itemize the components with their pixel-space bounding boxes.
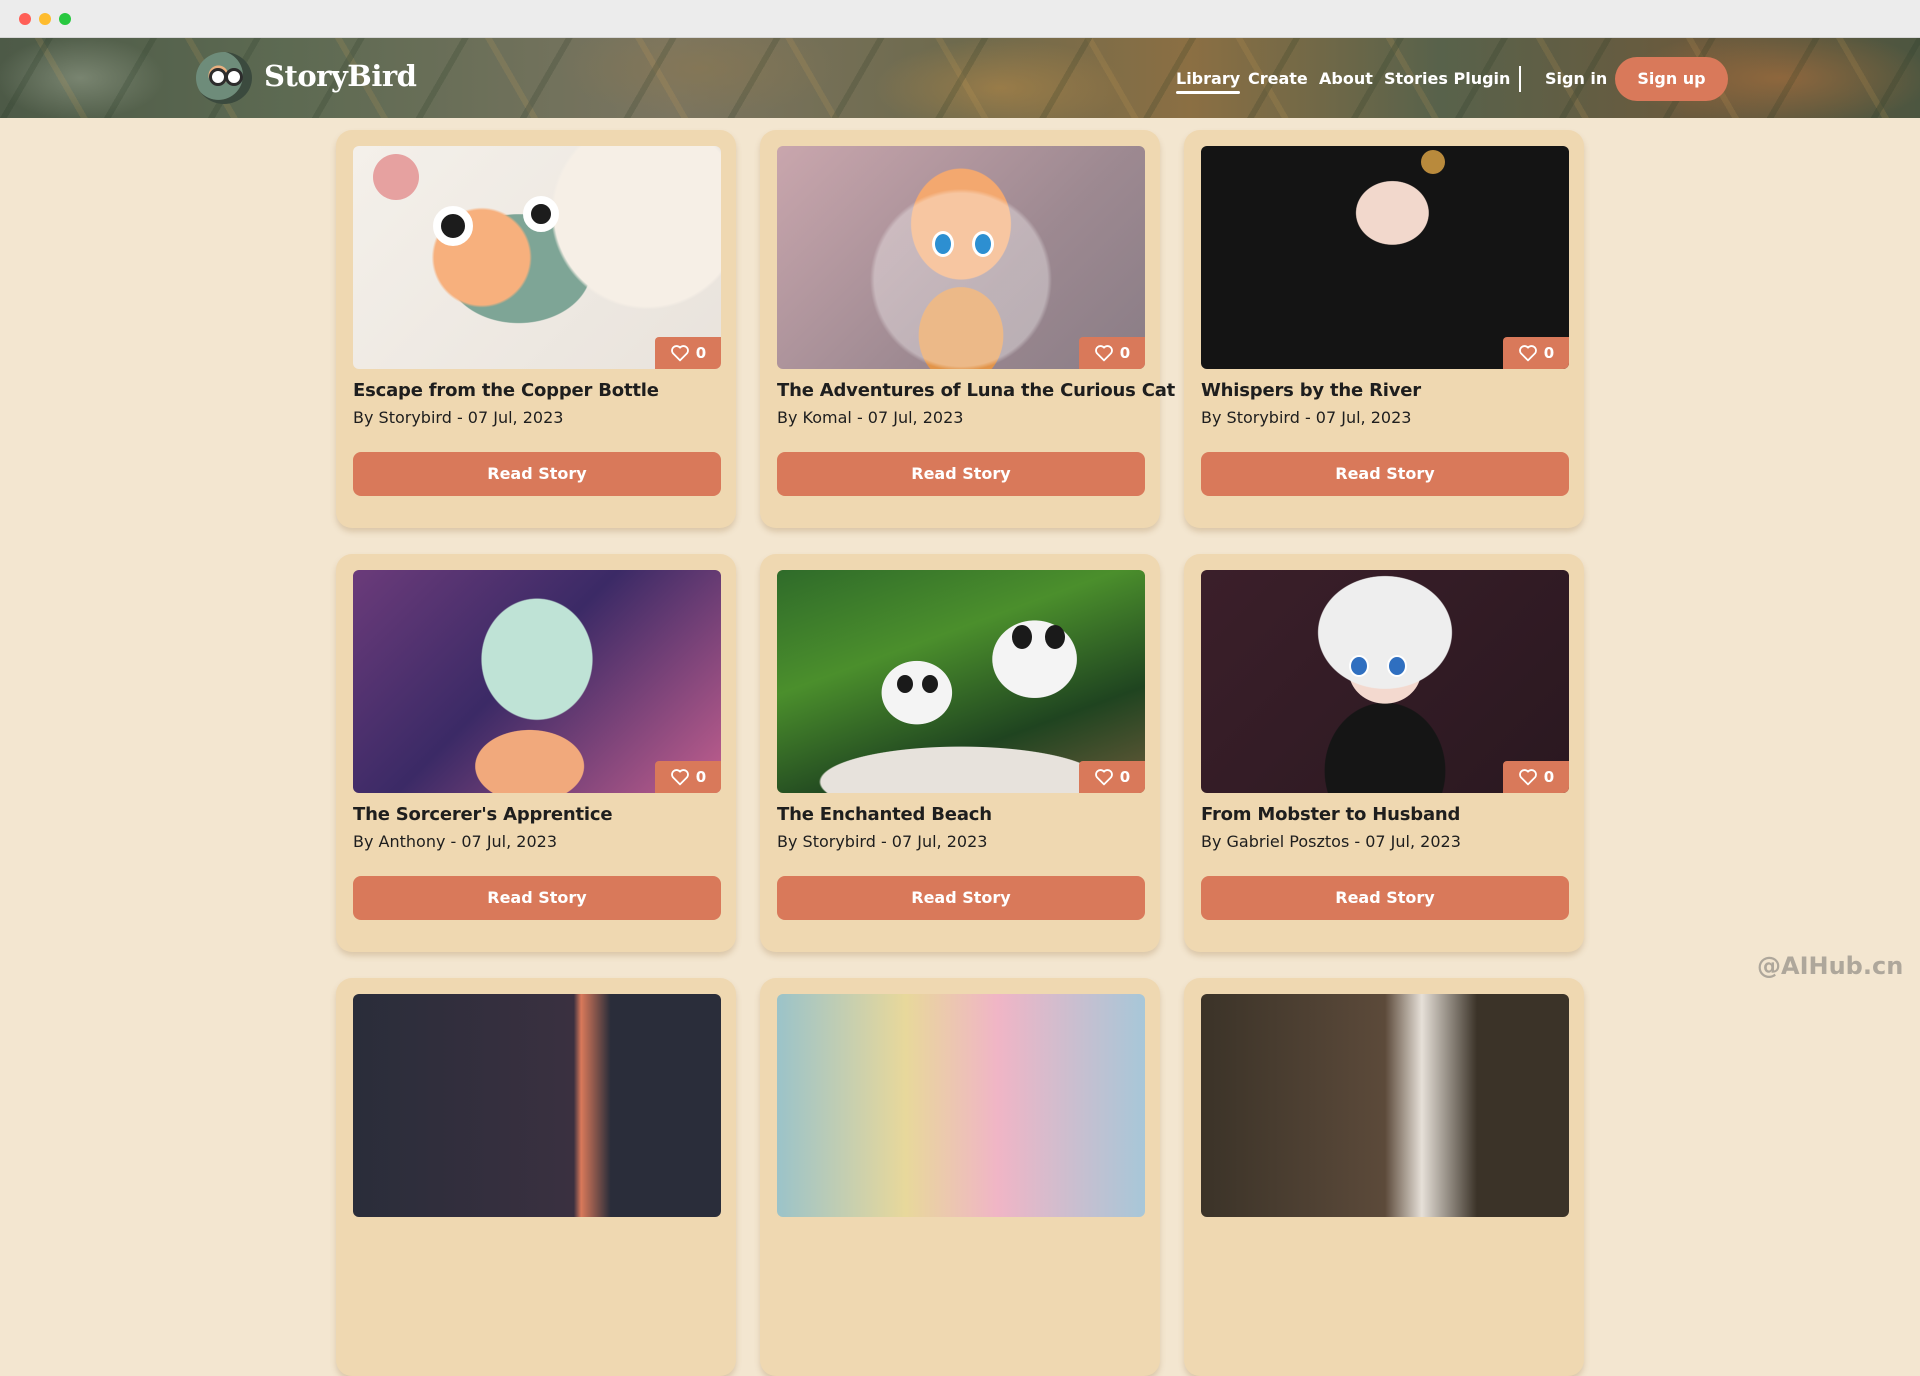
heart-icon bbox=[670, 769, 689, 786]
story-card: 0 The Sorcerer's Apprentice By Anthony -… bbox=[336, 554, 736, 952]
story-cover-image[interactable] bbox=[1201, 994, 1569, 1217]
like-button[interactable]: 0 bbox=[1503, 761, 1569, 793]
story-title[interactable]: From Mobster to Husband bbox=[1201, 804, 1581, 825]
story-title[interactable]: The Adventures of Luna the Curious Cat bbox=[777, 380, 1175, 401]
story-author-date: By Anthony - 07 Jul, 2023 bbox=[353, 832, 558, 851]
story-cover-image[interactable]: 0 bbox=[777, 146, 1145, 369]
story-cover-image[interactable] bbox=[777, 994, 1145, 1217]
like-button[interactable]: 0 bbox=[655, 761, 721, 793]
story-author-date: By Storybird - 07 Jul, 2023 bbox=[777, 832, 988, 851]
like-count: 0 bbox=[1119, 768, 1131, 786]
story-author-date: By Komal - 07 Jul, 2023 bbox=[777, 408, 964, 427]
like-button[interactable]: 0 bbox=[1079, 761, 1145, 793]
like-count: 0 bbox=[1119, 344, 1131, 362]
read-story-button[interactable]: Read Story bbox=[777, 876, 1145, 920]
watermark: @AIHub.cn bbox=[1757, 952, 1904, 980]
read-story-button[interactable]: Read Story bbox=[1201, 876, 1569, 920]
story-cover-image[interactable]: 0 bbox=[1201, 570, 1569, 793]
like-count: 0 bbox=[695, 768, 707, 786]
heart-icon bbox=[1518, 345, 1537, 362]
heart-icon bbox=[670, 345, 689, 362]
story-card: 0 From Mobster to Husband By Gabriel Pos… bbox=[1184, 554, 1584, 952]
like-button[interactable]: 0 bbox=[655, 337, 721, 369]
story-cover-image[interactable]: 0 bbox=[1201, 146, 1569, 369]
like-count: 0 bbox=[1543, 768, 1555, 786]
like-button[interactable]: 0 bbox=[1079, 337, 1145, 369]
story-title[interactable]: The Enchanted Beach bbox=[777, 804, 1157, 825]
heart-icon bbox=[1094, 769, 1113, 786]
story-cover-image[interactable]: 0 bbox=[353, 146, 721, 369]
story-author-date: By Storybird - 07 Jul, 2023 bbox=[1201, 408, 1412, 427]
heart-icon bbox=[1094, 345, 1113, 362]
story-cover-image[interactable] bbox=[353, 994, 721, 1217]
story-title[interactable]: Whispers by the River bbox=[1201, 380, 1581, 401]
story-cover-image[interactable]: 0 bbox=[777, 570, 1145, 793]
story-cover-image[interactable]: 0 bbox=[353, 570, 721, 793]
read-story-button[interactable]: Read Story bbox=[353, 452, 721, 496]
story-card bbox=[336, 978, 736, 1376]
read-story-button[interactable]: Read Story bbox=[1201, 452, 1569, 496]
read-story-button[interactable]: Read Story bbox=[353, 876, 721, 920]
story-card: 0 Whispers by the River By Storybird - 0… bbox=[1184, 130, 1584, 528]
story-card: 0 Escape from the Copper Bottle By Story… bbox=[336, 130, 736, 528]
story-title[interactable]: Escape from the Copper Bottle bbox=[353, 380, 733, 401]
story-title[interactable]: The Sorcerer's Apprentice bbox=[353, 804, 733, 825]
story-card bbox=[760, 978, 1160, 1376]
story-author-date: By Storybird - 07 Jul, 2023 bbox=[353, 408, 564, 427]
like-count: 0 bbox=[1543, 344, 1555, 362]
story-card bbox=[1184, 978, 1584, 1376]
story-card: 0 The Enchanted Beach By Storybird - 07 … bbox=[760, 554, 1160, 952]
like-button[interactable]: 0 bbox=[1503, 337, 1569, 369]
like-count: 0 bbox=[695, 344, 707, 362]
story-grid: 0 Escape from the Copper Bottle By Story… bbox=[0, 0, 1920, 1376]
story-author-date: By Gabriel Posztos - 07 Jul, 2023 bbox=[1201, 832, 1461, 851]
read-story-button[interactable]: Read Story bbox=[777, 452, 1145, 496]
heart-icon bbox=[1518, 769, 1537, 786]
story-card: 0 The Adventures of Luna the Curious Cat… bbox=[760, 130, 1175, 528]
